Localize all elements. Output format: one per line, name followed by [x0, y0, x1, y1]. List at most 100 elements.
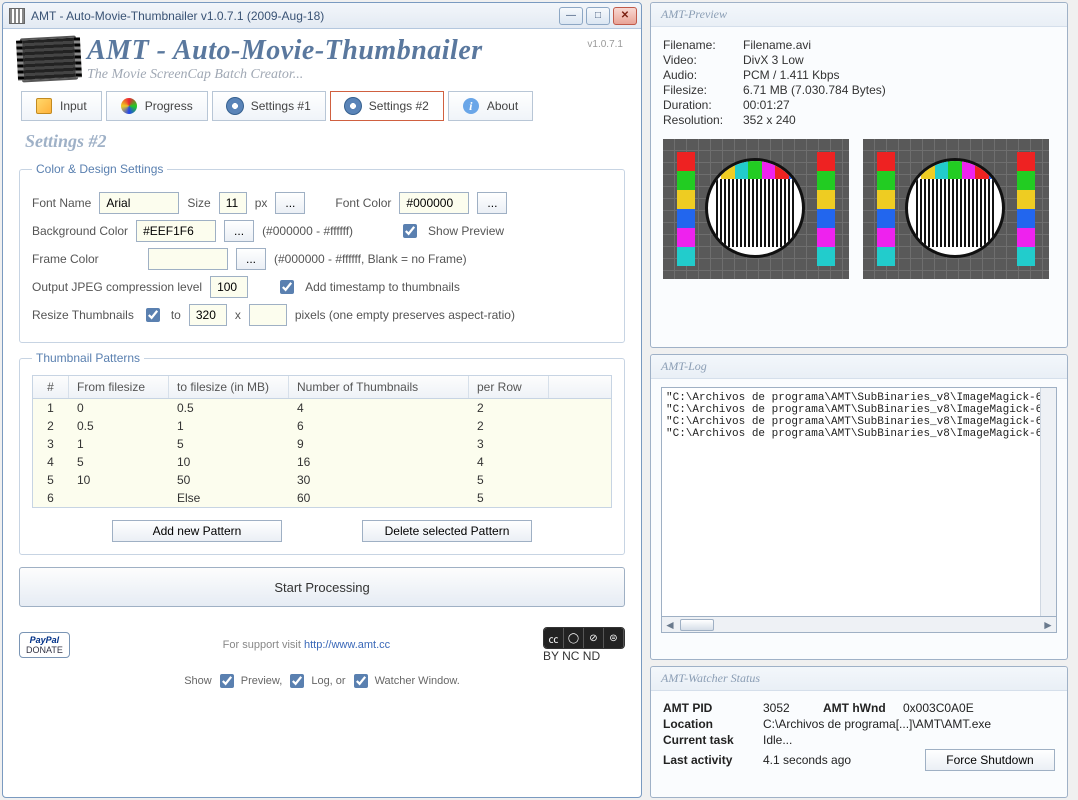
filename-key: Filename:: [663, 38, 743, 52]
font-picker-button[interactable]: ...: [275, 192, 305, 214]
filesize-key: Filesize:: [663, 83, 743, 97]
table-row[interactable]: 6Else605: [33, 489, 611, 507]
tab-settings1-label: Settings #1: [251, 99, 311, 113]
resize-label: Resize Thumbnails: [32, 308, 134, 322]
video-key: Video:: [663, 53, 743, 67]
tab-settings2[interactable]: Settings #2: [330, 91, 444, 121]
resize-x: x: [235, 308, 241, 322]
footer: PayPal DONATE For support visit http://w…: [3, 619, 641, 671]
jpeg-level-input[interactable]: [210, 276, 248, 298]
titlebar: AMT - Auto-Movie-Thumbnailer v1.0.7.1 (2…: [3, 3, 641, 29]
support-link[interactable]: http://www.amt.cc: [304, 639, 390, 651]
col-num: #: [33, 376, 69, 398]
tab-input-label: Input: [60, 99, 87, 113]
show-preview-checkbox[interactable]: [403, 224, 417, 238]
maximize-button[interactable]: □: [586, 7, 610, 25]
section-title: Settings #2: [3, 129, 641, 158]
main-window: AMT - Auto-Movie-Thumbnailer v1.0.7.1 (2…: [2, 2, 642, 798]
tab-settings2-label: Settings #2: [369, 99, 429, 113]
show-watcher-toggle[interactable]: [354, 674, 368, 688]
delete-pattern-button[interactable]: Delete selected Pattern: [362, 520, 532, 542]
size-unit: px: [255, 196, 268, 210]
last-key: Last activity: [663, 753, 763, 767]
pattern-table: # From filesize to filesize (in MB) Numb…: [32, 375, 612, 508]
app-header: AMT - Auto-Movie-Thumbnailer The Movie S…: [3, 29, 641, 85]
minimize-button[interactable]: —: [559, 7, 583, 25]
bg-hint: (#000000 - #ffffff): [262, 224, 353, 238]
resolution-key: Resolution:: [663, 113, 743, 127]
tab-settings1[interactable]: Settings #1: [212, 91, 326, 121]
bg-color-label: Background Color: [32, 224, 128, 238]
cc-labels: BY NC ND: [543, 649, 625, 663]
timestamp-checkbox[interactable]: [280, 280, 294, 294]
gear-icon: [345, 98, 361, 114]
location-key: Location: [663, 717, 763, 731]
table-row[interactable]: 51050305: [33, 471, 611, 489]
font-name-input[interactable]: [99, 192, 179, 214]
pid-key: AMT PID: [663, 701, 763, 715]
tab-progress-label: Progress: [145, 99, 193, 113]
app-title: AMT - Auto-Movie-Thumbnailer: [87, 35, 587, 67]
paypal-logo: PayPal: [26, 635, 63, 645]
col-to: to filesize (in MB): [169, 376, 289, 398]
app-icon: [9, 8, 25, 24]
resize-height-input[interactable]: [249, 304, 287, 326]
hwnd-key: AMT hWnd: [823, 701, 903, 715]
start-processing-button[interactable]: Start Processing: [19, 567, 625, 607]
input-icon: [36, 98, 52, 114]
show-preview-text: Preview,: [241, 675, 283, 687]
video-val: DivX 3 Low: [743, 53, 804, 67]
support-prefix: For support visit: [223, 639, 301, 651]
pid-val: 3052: [763, 701, 823, 715]
force-shutdown-button[interactable]: Force Shutdown: [925, 749, 1055, 771]
color-design-legend: Color & Design Settings: [32, 162, 167, 176]
frame-color-input[interactable]: [148, 248, 228, 270]
timestamp-label: Add timestamp to thumbnails: [305, 280, 460, 294]
log-scrollbar-horizontal[interactable]: ◄ ►: [661, 617, 1057, 633]
table-row[interactable]: 20.5162: [33, 417, 611, 435]
tab-progress[interactable]: Progress: [106, 91, 208, 121]
log-textarea[interactable]: "C:\Archivos de programa\AMT\SubBinaries…: [661, 387, 1057, 617]
paypal-donate-button[interactable]: PayPal DONATE: [19, 632, 70, 658]
table-row[interactable]: 100.542: [33, 399, 611, 417]
font-size-input[interactable]: [219, 192, 247, 214]
resize-checkbox[interactable]: [146, 308, 160, 322]
log-panel: AMT-Log "C:\Archivos de programa\AMT\Sub…: [650, 354, 1068, 660]
show-preview-label: Show Preview: [428, 224, 504, 238]
resize-width-input[interactable]: [189, 304, 227, 326]
table-row[interactable]: 31593: [33, 435, 611, 453]
task-key: Current task: [663, 733, 763, 747]
duration-val: 00:01:27: [743, 98, 790, 112]
audio-val: PCM / 1.411 Kbps: [743, 68, 840, 82]
tab-about[interactable]: iAbout: [448, 91, 533, 121]
window-title: AMT - Auto-Movie-Thumbnailer v1.0.7.1 (2…: [31, 9, 559, 23]
watcher-title: AMT-Watcher Status: [651, 667, 1067, 691]
add-pattern-button[interactable]: Add new Pattern: [112, 520, 282, 542]
gear-icon: [227, 98, 243, 114]
cc-license-badge[interactable]: ㏄◯⊘⊜ BY NC ND: [543, 627, 625, 663]
frame-color-label: Frame Color: [32, 252, 140, 266]
film-icon: [20, 36, 78, 83]
table-row[interactable]: 4510164: [33, 453, 611, 471]
show-log-toggle[interactable]: [290, 674, 304, 688]
tab-about-label: About: [487, 99, 518, 113]
log-scrollbar-vertical[interactable]: [1040, 388, 1056, 616]
bg-color-input[interactable]: [136, 220, 216, 242]
font-color-picker-button[interactable]: ...: [477, 192, 507, 214]
progress-icon: [121, 98, 137, 114]
show-preview-toggle[interactable]: [220, 674, 234, 688]
tab-input[interactable]: Input: [21, 91, 102, 121]
last-val: 4.1 seconds ago: [763, 753, 925, 767]
paypal-donate-label: DONATE: [26, 645, 63, 655]
watcher-panel: AMT-Watcher Status AMT PID 3052 AMT hWnd…: [650, 666, 1068, 798]
bg-color-picker-button[interactable]: ...: [224, 220, 254, 242]
frame-color-picker-button[interactable]: ...: [236, 248, 266, 270]
close-button[interactable]: ✕: [613, 7, 637, 25]
preview-title: AMT-Preview: [651, 3, 1067, 27]
patterns-fieldset: Thumbnail Patterns # From filesize to fi…: [19, 351, 625, 555]
resize-to: to: [171, 308, 181, 322]
font-color-input[interactable]: [399, 192, 469, 214]
pattern-table-body[interactable]: 100.54220.5162315934510164510503056Else6…: [33, 399, 611, 507]
preview-thumbnail-2: [863, 139, 1049, 279]
font-name-label: Font Name: [32, 196, 91, 210]
